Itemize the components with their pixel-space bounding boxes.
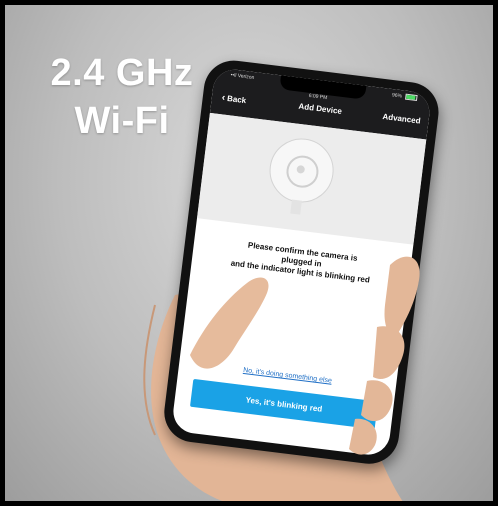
hand-fingers [190,256,420,455]
product-image-frame: 2.4 GHz Wi-Fi ••ll Verizon 6:09 PM 96% ‹… [5,5,493,501]
